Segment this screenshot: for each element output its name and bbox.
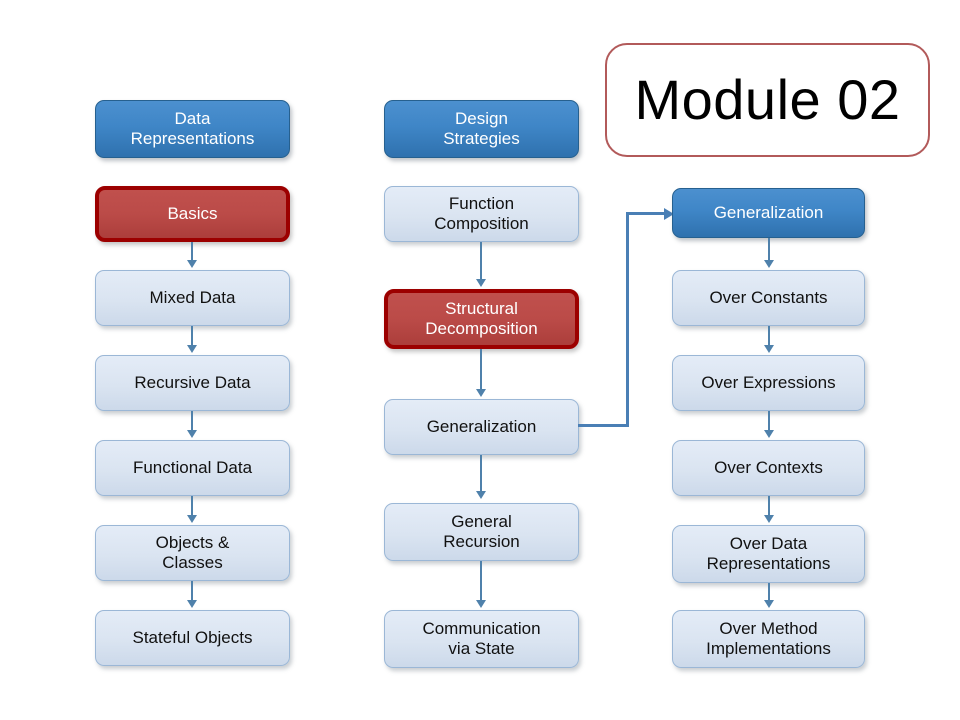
node-over-method-implementations[interactable]: Over Method Implementations: [672, 610, 865, 668]
module-title-text: Module 02: [634, 67, 901, 131]
node-generalization-strategy[interactable]: Generalization: [384, 399, 579, 455]
arrow-down-icon: [764, 515, 774, 523]
node-recursive-data[interactable]: Recursive Data: [95, 355, 290, 411]
node-label: Basics: [167, 203, 218, 223]
arrow-down-icon: [476, 389, 486, 397]
column-header-label: Design Strategies: [443, 108, 520, 148]
node-label: Communication via State: [422, 618, 541, 658]
node-label: Generalization: [426, 416, 537, 436]
arrow-down-icon: [764, 345, 774, 353]
slide-canvas: Module 02 Data Representations Basics Mi…: [0, 0, 960, 720]
node-label: Objects & Classes: [155, 532, 230, 572]
node-stateful-objects[interactable]: Stateful Objects: [95, 610, 290, 666]
node-label: Functional Data: [132, 457, 253, 477]
node-over-contexts[interactable]: Over Contexts: [672, 440, 865, 496]
node-basics[interactable]: Basics: [95, 186, 290, 242]
node-label: Over Expressions: [701, 372, 836, 392]
arrow-down-icon: [187, 430, 197, 438]
sidebar-item-generalization[interactable]: Generalization: [672, 188, 865, 238]
sidebar-item-design-strategies[interactable]: Design Strategies: [384, 100, 579, 158]
arrow-down-icon: [764, 430, 774, 438]
node-label: Mixed Data: [149, 287, 236, 307]
arrow-down-icon: [476, 491, 486, 499]
column-header-label: Generalization: [713, 202, 824, 222]
arrow-down-icon: [187, 260, 197, 268]
node-label: Structural Decomposition: [425, 298, 538, 338]
node-label: General Recursion: [443, 511, 520, 551]
node-over-data-representations[interactable]: Over Data Representations: [672, 525, 865, 583]
node-label: Over Method Implementations: [706, 618, 831, 658]
arrow-down-icon: [187, 600, 197, 608]
arrow-down-icon: [764, 260, 774, 268]
arrow-down-icon: [476, 279, 486, 287]
node-label: Stateful Objects: [132, 627, 253, 647]
node-mixed-data[interactable]: Mixed Data: [95, 270, 290, 326]
node-objects-classes[interactable]: Objects & Classes: [95, 525, 290, 581]
node-function-composition[interactable]: Function Composition: [384, 186, 579, 242]
node-over-expressions[interactable]: Over Expressions: [672, 355, 865, 411]
node-communication-via-state[interactable]: Communication via State: [384, 610, 579, 668]
node-functional-data[interactable]: Functional Data: [95, 440, 290, 496]
sidebar-item-data-representations[interactable]: Data Representations: [95, 100, 290, 158]
module-title-plaque: Module 02: [605, 43, 930, 157]
arrow-down-icon: [187, 515, 197, 523]
node-over-constants[interactable]: Over Constants: [672, 270, 865, 326]
node-general-recursion[interactable]: General Recursion: [384, 503, 579, 561]
column-header-label: Data Representations: [130, 108, 255, 148]
node-label: Over Contexts: [714, 457, 823, 477]
node-label: Recursive Data: [134, 372, 251, 392]
node-label: Function Composition: [434, 193, 529, 233]
arrow-down-icon: [187, 345, 197, 353]
node-label: Over Constants: [709, 287, 828, 307]
arrow-down-icon: [764, 600, 774, 608]
node-structural-decomposition[interactable]: Structural Decomposition: [384, 289, 579, 349]
node-label: Over Data Representations: [706, 533, 831, 573]
arrow-down-icon: [476, 600, 486, 608]
